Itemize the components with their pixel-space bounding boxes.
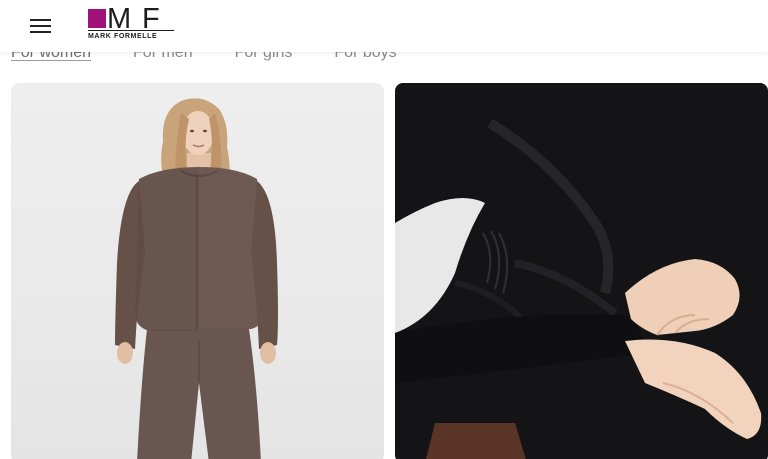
page: For women For men For girls For boys M F… <box>0 0 768 459</box>
brand-logo[interactable]: M F MARK FORMELLE <box>88 5 178 44</box>
header: M F MARK FORMELLE <box>0 0 768 52</box>
product-image-black-top <box>395 83 768 459</box>
logo-divider <box>88 30 174 31</box>
logo-accent-square <box>88 9 106 28</box>
hamburger-menu-icon[interactable] <box>28 14 54 36</box>
product-card-black-top[interactable] <box>395 83 768 459</box>
product-image-brown-outfit <box>115 98 278 459</box>
logo-brand-name: MARK FORMELLE <box>88 33 158 40</box>
product-card-women-brown-set[interactable] <box>11 83 384 459</box>
